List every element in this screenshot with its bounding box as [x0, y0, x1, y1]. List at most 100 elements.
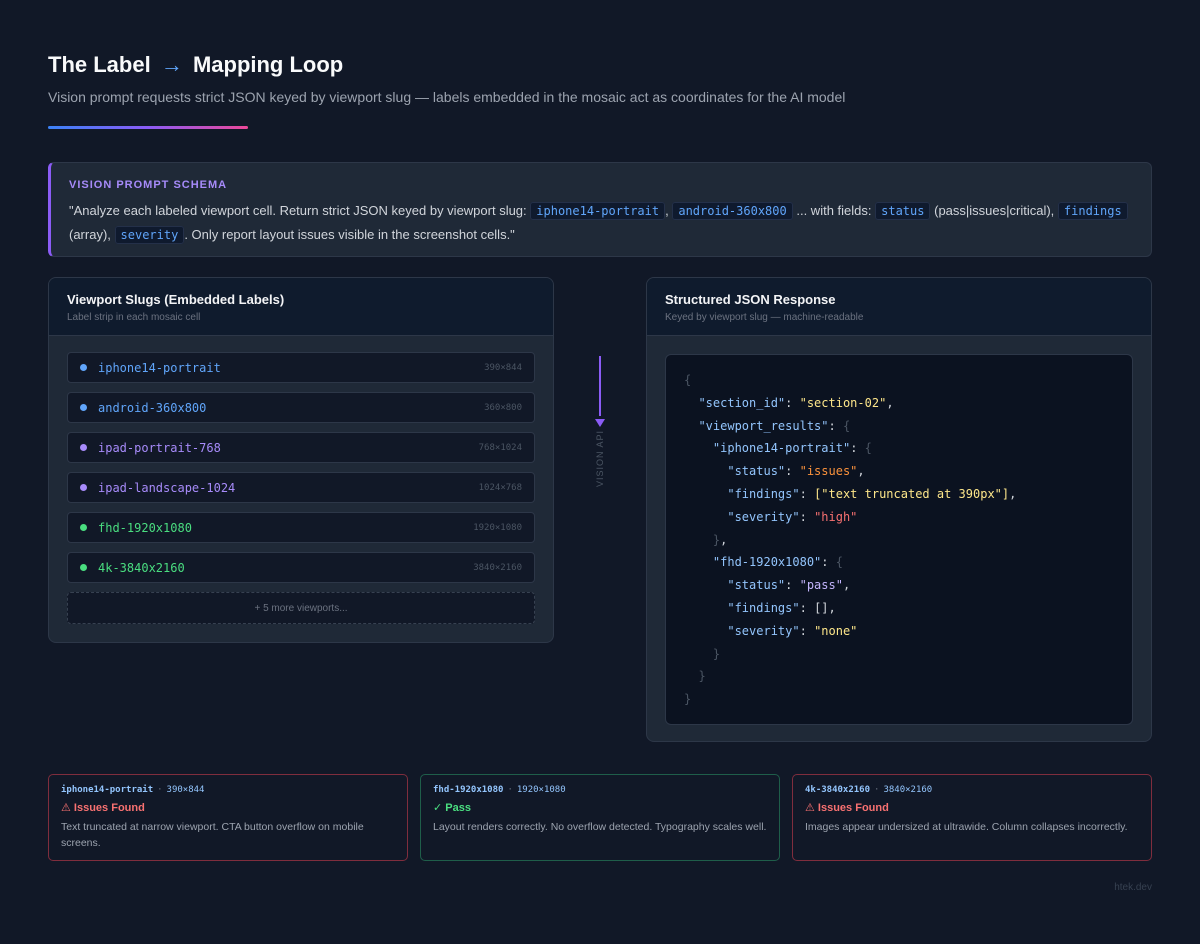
card-slug: fhd-1920x1080 — [433, 785, 504, 795]
json-key: "findings" — [727, 486, 800, 501]
card-header: 4k-3840x2160 · 3840×2160 — [805, 785, 1139, 795]
json-response-panel: Structured JSON Response Keyed by viewpo… — [646, 277, 1152, 742]
footer-credit: htek.dev — [1114, 882, 1152, 893]
json-line: }, — [712, 532, 728, 547]
card-dimensions: 1920×1080 — [516, 785, 566, 795]
schema-text-5: (array), — [69, 227, 111, 242]
status-dot-icon — [80, 364, 87, 371]
panel-header: Structured JSON Response Keyed by viewpo… — [647, 278, 1151, 336]
title-part-2: Mapping Loop — [192, 52, 344, 77]
result-card-4k-3840x2160[interactable]: 4k-3840x2160 · 3840×2160 ⚠ Issues Found Im… — [792, 774, 1152, 861]
json-line: "status": "issues", — [727, 464, 865, 479]
title-part-1: The Label — [48, 52, 151, 77]
json-line: "findings": ["text truncated at 390px"], — [727, 486, 1017, 501]
connector-label: VISION API — [595, 429, 605, 487]
panel-title: Viewport Slugs (Embedded Labels) — [67, 292, 285, 307]
json-key: "iphone14-portrait" — [712, 441, 851, 456]
json-line: } — [684, 692, 692, 707]
card-dimensions: 3840×2160 — [883, 785, 933, 795]
card-header: iphone14-portrait · 390×844 — [61, 785, 395, 795]
slug-row-android-360x800[interactable]: android-360x800 360×800 — [67, 392, 535, 423]
card-status-issues: ⚠ Issues Found — [805, 802, 889, 814]
result-card-fhd-1920x1080[interactable]: fhd-1920x1080 · 1920×1080 ✓ Pass Layout re… — [420, 774, 780, 861]
json-line: "fhd-1920x1080": { — [712, 555, 843, 570]
card-separator: · — [507, 785, 513, 795]
code-chip-status: status — [875, 202, 931, 220]
card-description: Images appear undersized at ultrawide. C… — [805, 821, 1128, 833]
json-value: "none" — [814, 623, 858, 638]
json-value: "pass" — [799, 578, 843, 593]
slug-name: ipad-portrait-768 — [98, 440, 221, 455]
schema-text: "Analyze each labeled viewport cell. Ret… — [69, 199, 1133, 247]
accent-divider — [48, 126, 248, 129]
slug-row-fhd-1920x1080[interactable]: fhd-1920x1080 1920×1080 — [67, 512, 535, 543]
schema-label: VISION PROMPT SCHEMA — [69, 179, 228, 191]
slug-row-ipad-portrait-768[interactable]: ipad-portrait-768 768×1024 — [67, 432, 535, 463]
json-code-block: { "section_id": "section-02", "viewport_… — [665, 354, 1133, 725]
slug-dimensions: 1920×1080 — [473, 522, 522, 533]
card-status-pass: ✓ Pass — [433, 802, 471, 814]
json-line: "severity": "none" — [727, 623, 858, 638]
json-key: "status" — [727, 578, 786, 593]
schema-text-4: (pass|issues|critical), — [934, 203, 1055, 218]
code-chip-findings: findings — [1057, 202, 1128, 220]
json-key: "status" — [727, 464, 786, 479]
code-chip-severity: severity — [114, 226, 185, 244]
slug-row-4k-3840x2160[interactable]: 4k-3840x2160 3840×2160 — [67, 552, 535, 583]
json-key: "fhd-1920x1080" — [712, 555, 822, 570]
vision-api-connector: VISION API — [590, 356, 610, 506]
slug-dimensions: 3840×2160 — [473, 562, 522, 573]
status-dot-icon — [80, 444, 87, 451]
slug-name: 4k-3840x2160 — [98, 560, 185, 575]
json-line: } — [698, 669, 706, 684]
card-slug: 4k-3840x2160 — [805, 785, 871, 795]
slug-name: fhd-1920x1080 — [98, 520, 192, 535]
card-slug: iphone14-portrait — [61, 785, 154, 795]
json-line: { — [684, 369, 1114, 392]
code-chip-iphone: iphone14-portrait — [530, 202, 666, 220]
slug-dimensions: 1024×768 — [478, 482, 522, 493]
slug-row-iphone14-portrait[interactable]: iphone14-portrait 390×844 — [67, 352, 535, 383]
card-status-issues: ⚠ Issues Found — [61, 802, 145, 814]
page-title: The Label → Mapping Loop — [48, 52, 343, 78]
viewport-slugs-panel: Viewport Slugs (Embedded Labels) Label s… — [48, 277, 554, 643]
slug-row-ipad-landscape-1024[interactable]: ipad-landscape-1024 1024×768 — [67, 472, 535, 503]
card-description: Layout renders correctly. No overflow de… — [433, 821, 767, 833]
status-dot-icon — [80, 564, 87, 571]
status-dot-icon — [80, 404, 87, 411]
card-dimensions: 390×844 — [166, 785, 205, 795]
slug-dimensions: 768×1024 — [478, 442, 522, 453]
json-key: "section_id" — [698, 395, 786, 410]
result-card-iphone14-portrait[interactable]: iphone14-portrait · 390×844 ⚠ Issues Found… — [48, 774, 408, 861]
card-separator: · — [874, 785, 880, 795]
panel-subtitle: Keyed by viewport slug — machine-readabl… — [665, 312, 864, 323]
json-line: "severity": "high" — [727, 509, 858, 524]
json-value: ["text truncated at 390px"] — [814, 486, 1010, 501]
vision-prompt-schema: VISION PROMPT SCHEMA "Analyze each label… — [48, 162, 1152, 257]
json-brace: { — [684, 373, 692, 387]
more-viewports-button[interactable]: + 5 more viewports... — [67, 592, 535, 624]
connector-line — [599, 356, 601, 416]
json-line: } — [712, 646, 721, 661]
status-dot-icon — [80, 524, 87, 531]
schema-text-2: , — [665, 203, 669, 218]
json-line: "findings": [], — [727, 600, 836, 615]
code-chip-android: android-360x800 — [672, 202, 793, 220]
json-value: "issues" — [799, 464, 858, 479]
slug-name: android-360x800 — [98, 400, 207, 415]
json-key: "severity" — [727, 509, 800, 524]
schema-text-3: ... with fields: — [796, 203, 872, 218]
json-line: "status": "pass", — [727, 578, 851, 593]
slug-name: ipad-landscape-1024 — [98, 480, 236, 495]
card-header: fhd-1920x1080 · 1920×1080 — [433, 785, 767, 795]
card-separator: · — [157, 785, 163, 795]
json-key: "viewport_results" — [698, 418, 829, 433]
title-arrow-icon: → — [160, 52, 183, 77]
schema-text-1: "Analyze each labeled viewport cell. Ret… — [69, 203, 527, 218]
json-value: "section-02" — [799, 395, 887, 410]
json-line: "viewport_results": { — [698, 418, 851, 433]
panel-header: Viewport Slugs (Embedded Labels) Label s… — [49, 278, 553, 336]
panel-subtitle: Label strip in each mosaic cell — [67, 312, 201, 323]
slug-name: iphone14-portrait — [98, 360, 221, 375]
json-line: "section_id": "section-02", — [698, 395, 894, 410]
